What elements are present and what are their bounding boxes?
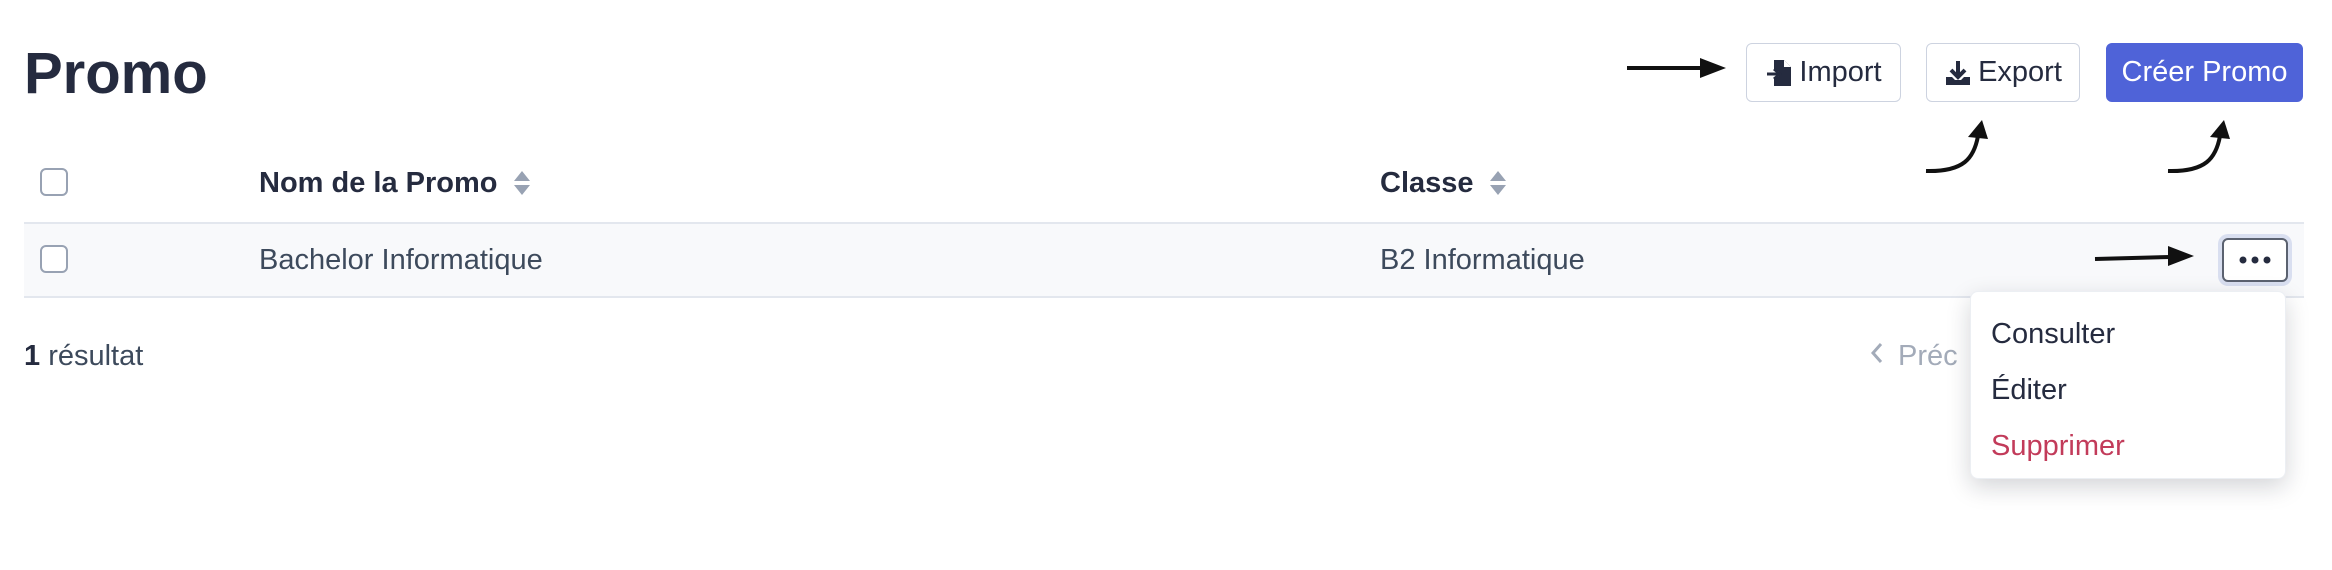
import-button-label: Import	[1799, 56, 1882, 88]
file-import-icon	[1765, 58, 1793, 88]
cell-classe: B2 Informatique	[1380, 244, 1585, 276]
pagination-prev[interactable]: Préc	[1870, 340, 1958, 373]
column-header-nom[interactable]: Nom de la Promo	[259, 165, 532, 201]
sort-icon[interactable]	[512, 169, 532, 197]
row-checkbox[interactable]	[40, 245, 68, 273]
export-button-label: Export	[1978, 56, 2062, 88]
page-title: Promo	[24, 41, 208, 106]
sort-icon[interactable]	[1488, 169, 1508, 197]
column-header-classe[interactable]: Classe	[1380, 165, 1508, 201]
column-header-nom-label: Nom de la Promo	[259, 167, 498, 199]
column-header-classe-label: Classe	[1380, 167, 1474, 199]
chevron-left-icon	[1870, 340, 1884, 373]
row-actions-menu: Consulter Éditer Supprimer	[1970, 291, 2286, 479]
table-row: Bachelor Informatique B2 Informatique	[24, 224, 2304, 298]
import-button[interactable]: Import	[1746, 43, 1901, 102]
menu-item-consulter[interactable]: Consulter	[1971, 306, 2285, 362]
download-icon	[1944, 59, 1972, 87]
results-count: 1 résultat	[24, 340, 143, 373]
menu-item-supprimer[interactable]: Supprimer	[1971, 418, 2285, 474]
row-actions-button[interactable]	[2222, 238, 2288, 282]
menu-item-editer[interactable]: Éditer	[1971, 362, 2285, 418]
cell-nom: Bachelor Informatique	[259, 244, 543, 276]
results-count-label: résultat	[48, 340, 144, 372]
create-promo-button[interactable]: Créer Promo	[2106, 43, 2303, 102]
annotation-arrow	[1627, 58, 1726, 78]
results-count-number: 1	[24, 340, 41, 372]
ellipsis-icon	[2239, 251, 2271, 269]
pagination-prev-label: Préc	[1898, 340, 1958, 372]
export-button[interactable]: Export	[1926, 43, 2080, 102]
table-header: Nom de la Promo Classe	[24, 150, 2304, 224]
select-all-checkbox[interactable]	[40, 168, 68, 196]
